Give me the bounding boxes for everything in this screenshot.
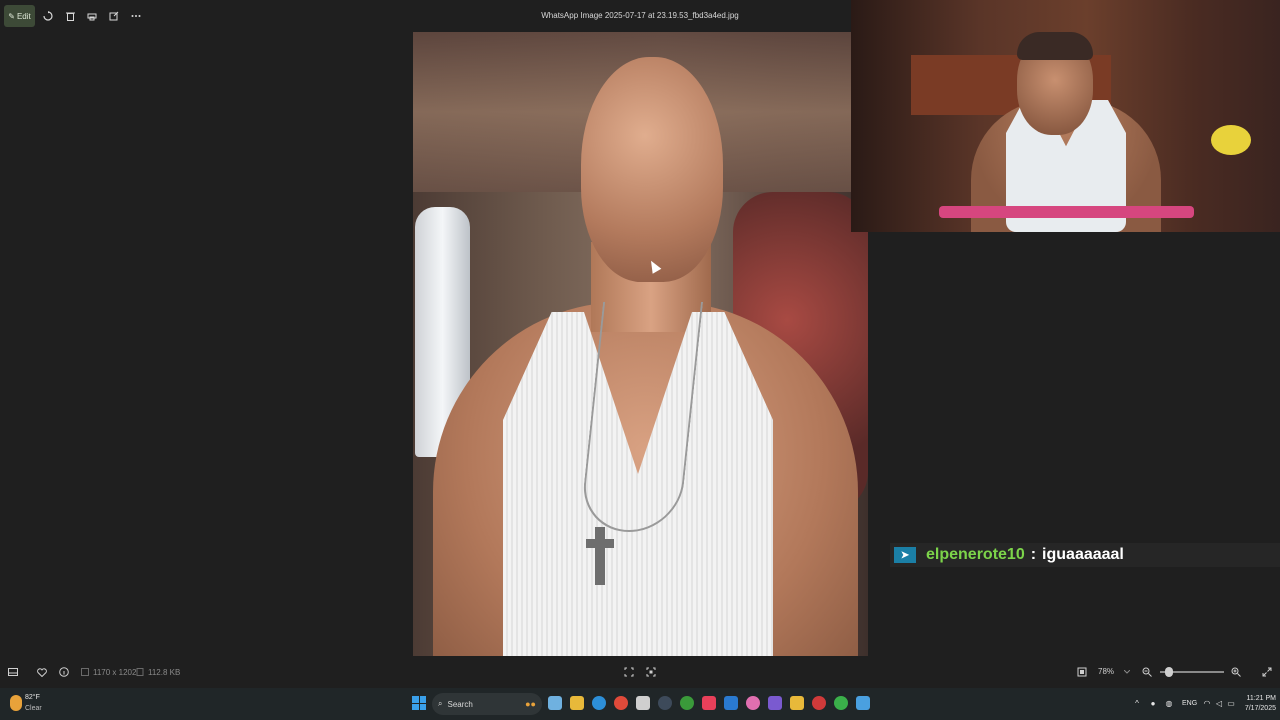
file-name-title: WhatsApp Image 2025-07-17 at 23.19.53_fb… [541,11,739,20]
chat-username: elpenerote10 [926,546,1025,563]
chrome-icon[interactable] [614,696,628,710]
chat-message: ➤ elpenerote10 : iguaaaaaal [890,543,1280,567]
discord-icon[interactable] [768,696,782,710]
xbox-icon[interactable] [680,696,694,710]
chat-text: iguaaaaaal [1042,546,1124,563]
edit-icon: ✎ [8,11,15,21]
vscode-icon[interactable] [724,696,738,710]
fullscreen-icon[interactable] [1260,665,1274,679]
weather-condition[interactable]: Clear [25,705,42,712]
displayed-photo[interactable] [413,32,868,656]
zoom-in-icon[interactable] [1229,665,1243,679]
plush-toy [1211,125,1251,155]
zoom-fit-icon[interactable] [1075,665,1089,679]
steam-icon[interactable] [658,696,672,710]
filmstrip-icon[interactable] [6,665,20,679]
wifi-icon[interactable]: ◠ [1202,698,1212,708]
system-clock[interactable]: 11:21 PM 7/17/2025 [1236,694,1276,714]
show-hidden-icons-chevron-icon[interactable]: ^ [1132,698,1142,708]
start-button-icon[interactable] [412,696,426,710]
person-head [581,57,723,282]
weather-temperature[interactable]: 82°F [25,694,40,701]
streamer-hair [1017,32,1093,60]
microphone-icon[interactable]: ◍ [1164,698,1174,708]
zoom-out-icon[interactable] [1140,665,1154,679]
info-icon[interactable] [57,665,71,679]
obs-icon[interactable] [812,696,826,710]
image-dimensions: 1170 x 1202 [93,668,137,677]
edit-label: Edit [16,11,31,21]
search-highlight-icon: ●● [525,699,536,709]
file-size: 112.8 KB [148,668,181,677]
favorite-heart-icon[interactable] [35,665,49,679]
weather-icon[interactable] [10,695,22,711]
instagram-icon[interactable] [746,696,760,710]
viewer-toolbar: ✎ Edit WhatsApp Image 2025-07-17 at 23.1… [0,0,851,32]
chat-separator: : [1030,546,1037,563]
store-icon[interactable] [636,696,650,710]
taskbar-search[interactable]: ⌕ Search ●● [432,693,542,715]
tray-app-icon[interactable]: ● [1148,698,1158,708]
pink-desk-edge [939,206,1194,218]
actual-size-icon[interactable] [644,665,658,679]
clock-time: 11:21 PM [1246,695,1276,702]
chat-platform-icon: ➤ [894,547,916,563]
battery-icon[interactable]: ▭ [1226,698,1236,708]
language-indicator[interactable]: ENG [1182,700,1197,707]
copilot-icon[interactable] [548,696,562,710]
share-icon[interactable] [106,8,122,24]
fit-to-window-icon[interactable] [622,665,636,679]
webcam-overlay [851,0,1280,232]
clock-date: 7/17/2025 [1244,705,1276,712]
whatsapp-icon[interactable] [834,696,848,710]
rotate-icon[interactable] [40,8,56,24]
zoom-level[interactable]: 78% [1098,667,1114,676]
search-placeholder: Search [447,699,473,709]
dimensions-icon [78,665,92,679]
volume-icon[interactable]: ◁ [1214,698,1224,708]
delete-icon[interactable] [62,8,78,24]
zoom-dropdown-chevron-icon[interactable] [1120,665,1134,679]
music-icon[interactable] [702,696,716,710]
cross-pendant [586,527,614,585]
windows-taskbar: 82°F Clear ⌕ Search ●● ^ ● ◍ ENG ◠ ◁ ▭ 1… [0,688,1280,720]
notes-icon[interactable] [790,696,804,710]
viewer-status-bar: 1170 x 1202 112.8 KB 78% [0,656,1280,688]
edge-icon[interactable] [592,696,606,710]
search-icon: ⌕ [438,699,443,708]
more-options-icon[interactable] [128,8,144,24]
edit-button[interactable]: ✎ Edit [4,5,35,27]
photos-app-icon[interactable] [856,696,870,710]
file-explorer-icon[interactable] [570,696,584,710]
print-icon[interactable] [84,8,100,24]
file-size-icon [133,665,147,679]
zoom-slider-thumb[interactable] [1165,667,1173,677]
